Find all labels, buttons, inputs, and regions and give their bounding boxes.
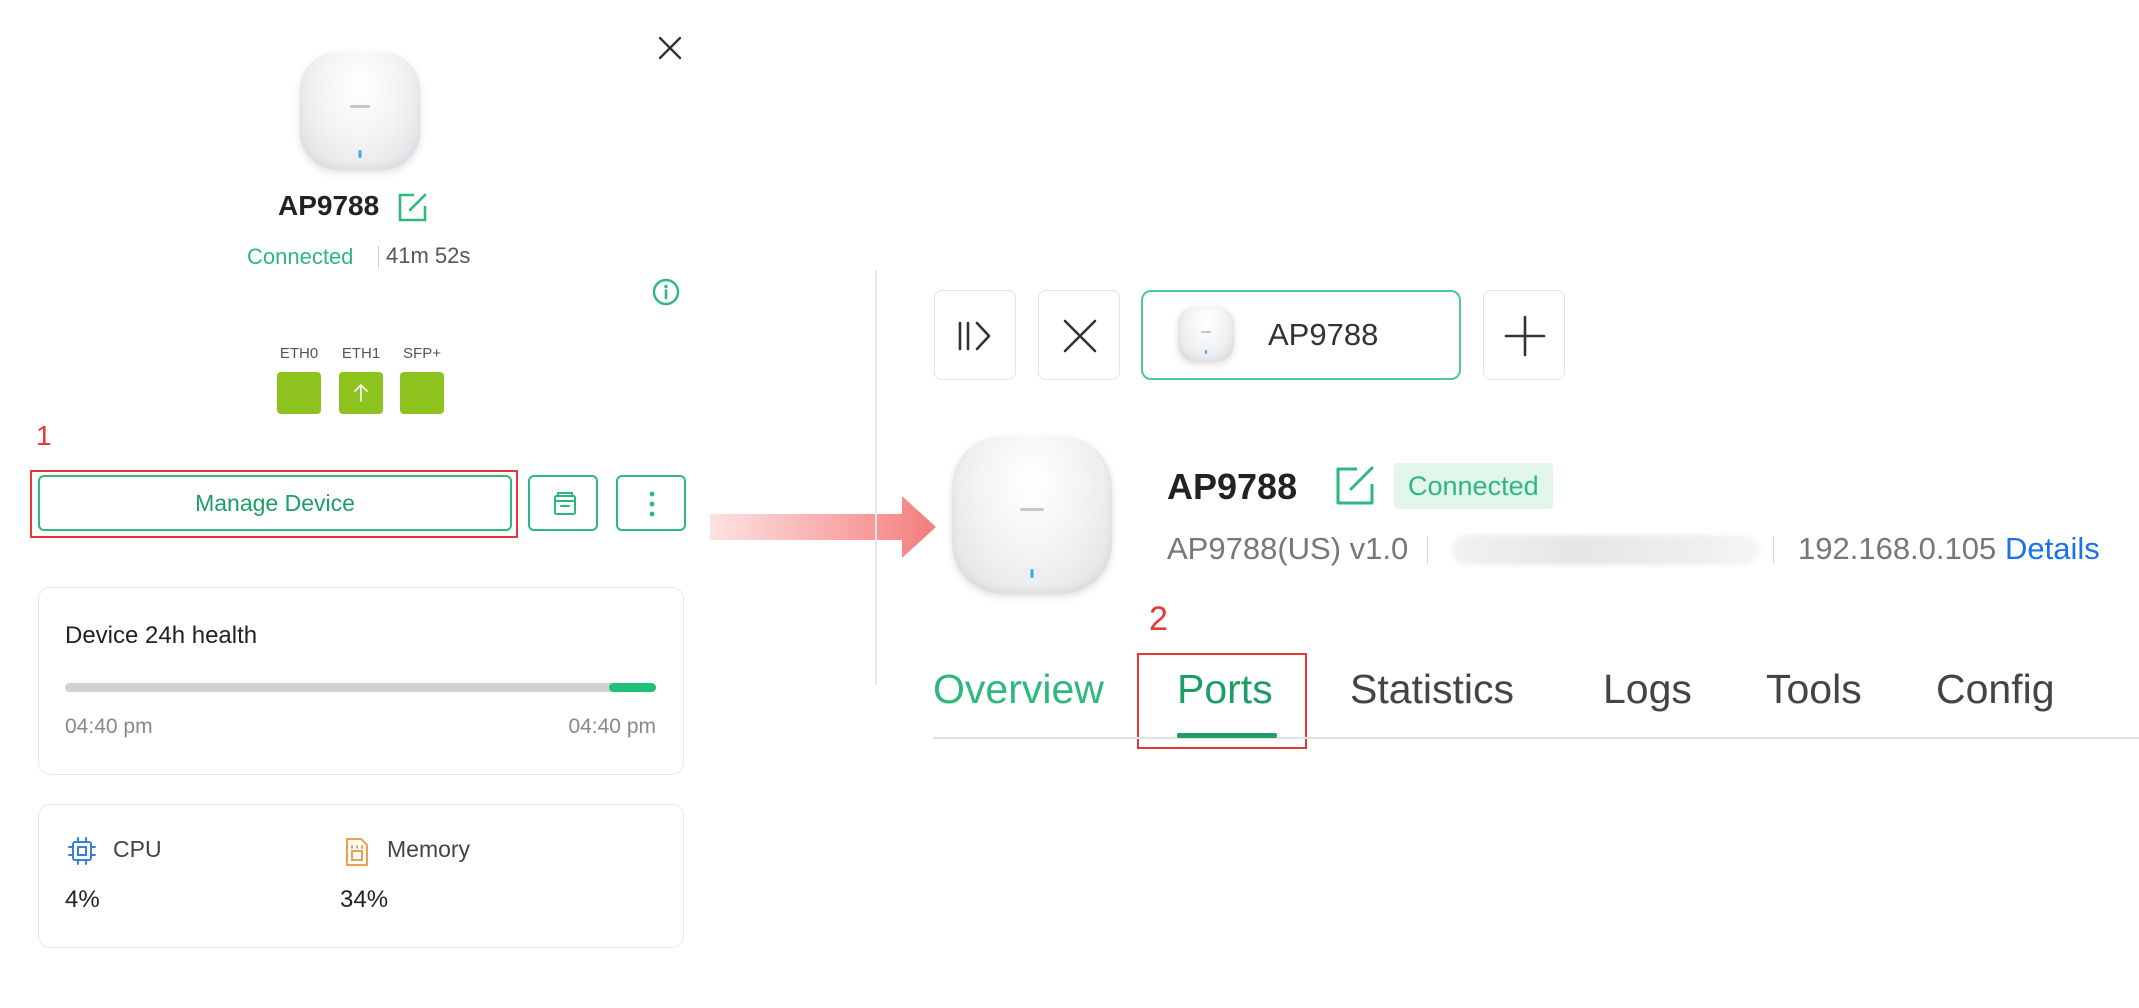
port-label-eth1: ETH1 [341,345,381,362]
close-icon[interactable] [650,28,690,68]
device-model: AP9788(US) v1.0 [1167,531,1409,566]
port-sfp[interactable] [400,372,444,414]
edit-icon[interactable] [394,190,430,226]
port-eth1[interactable] [339,372,383,414]
device-name: AP9788 [1167,466,1298,507]
status-text: Connected [247,244,354,269]
cpu-icon [68,837,96,865]
resource-card [38,804,684,948]
health-start-time: 04:40 pm [65,715,153,738]
health-card [38,587,684,775]
device-tab-label: AP9788 [1268,317,1379,352]
tab-ports[interactable]: Ports [1177,666,1273,713]
memory-value: 34% [340,886,389,913]
memory-label: Memory [387,836,471,862]
tab-logs[interactable]: Logs [1603,666,1692,713]
cpu-value: 4% [65,886,100,913]
port-eth0[interactable] [277,372,321,414]
add-tab-button[interactable] [1483,290,1565,380]
plus-icon [1504,315,1546,357]
redacted-field [1452,535,1760,565]
tabs-divider [933,737,2139,739]
active-tab-indicator [1177,733,1277,738]
panel-divider [875,270,877,685]
box-icon [554,492,576,515]
device-image [300,52,420,170]
step-number-1: 1 [36,420,52,451]
device-thumbnail [1178,306,1234,362]
divider [378,246,379,268]
ip-address: 192.168.0.105 [1798,531,1997,566]
uptime-text: 41m 52s [386,243,471,268]
cpu-label: CPU [113,836,162,862]
tab-overview[interactable]: Overview [933,666,1104,713]
health-title: Device 24h health [65,622,258,649]
tab-statistics[interactable]: Statistics [1350,666,1514,713]
health-end-time: 04:40 pm [568,715,656,738]
manage-device-button[interactable]: Manage Device [38,475,512,531]
more-options-button[interactable] [616,475,686,531]
close-tab-button[interactable] [1038,290,1120,380]
memory-icon [346,838,368,866]
device-image [952,436,1112,594]
more-vertical-icon [649,491,655,517]
health-bar-fill [608,683,656,692]
archive-button[interactable] [528,475,598,531]
collapse-icon [958,321,991,351]
info-icon[interactable] [651,277,681,307]
port-label-sfp: SFP+ [403,345,441,362]
status-badge: Connected [1394,463,1553,509]
close-icon [1063,319,1097,353]
tab-tools[interactable]: Tools [1766,666,1862,713]
details-link[interactable]: Details [2005,531,2100,567]
step-number-2: 2 [1149,600,1168,638]
health-bar [65,683,656,692]
tab-config[interactable]: Config [1936,666,2055,713]
divider [1427,536,1428,564]
device-name: AP9788 [278,190,380,221]
port-label-eth0: ETH0 [279,345,319,362]
edit-icon[interactable] [1330,462,1378,510]
uplink-arrow-icon [354,384,368,402]
transition-arrow-icon [710,496,936,558]
collapse-panel-button[interactable] [934,290,1016,380]
divider [1773,536,1774,564]
